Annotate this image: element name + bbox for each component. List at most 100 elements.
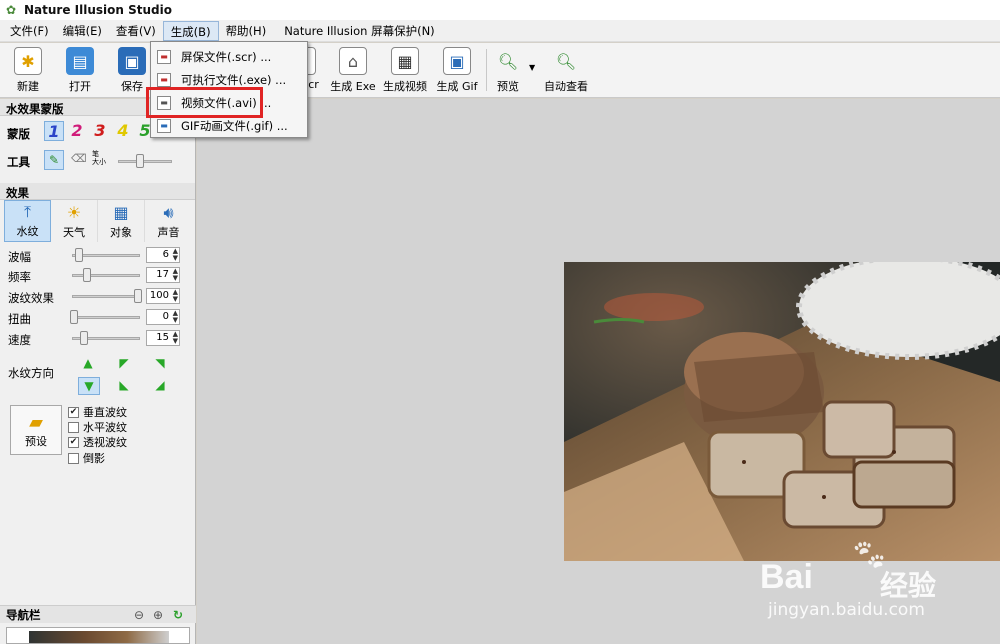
- navigator-thumbnail[interactable]: [6, 627, 190, 644]
- menu-item-gif[interactable]: ▬ GIF动画文件(.gif) ...: [151, 115, 307, 137]
- checkbox-horizontal-ripple[interactable]: 水平波纹: [68, 420, 127, 434]
- eraser-icon[interactable]: ⌫: [71, 152, 87, 165]
- new-label: 新建: [17, 80, 39, 93]
- param-row: 波纹效果 100 ▲ ▼: [8, 288, 186, 308]
- auto-view-button[interactable]: 🔍︎ 自动查看: [543, 47, 589, 95]
- brush-size-slider[interactable]: [118, 160, 172, 163]
- effects-tabs: ⤒ 水纹 ☀ 天气 ▦ 对象 🔊︎ 声音: [4, 200, 192, 242]
- bread-image: [564, 262, 1000, 561]
- checkbox-reflection[interactable]: 倒影: [68, 451, 105, 465]
- tab-sound[interactable]: 🔊︎ 声音: [145, 200, 192, 242]
- spin-arrows-icon[interactable]: ▲ ▼: [173, 248, 178, 262]
- spin-arrows-icon[interactable]: ▲ ▼: [173, 289, 178, 303]
- auto-view-label: 自动查看: [544, 80, 588, 93]
- param-slider-thumb[interactable]: [70, 310, 78, 324]
- param-slider[interactable]: [72, 316, 140, 319]
- zoom-in-icon[interactable]: ⊕: [153, 608, 163, 622]
- exe-file-icon: ▬: [157, 73, 171, 87]
- window-title: Nature Illusion Studio: [24, 3, 172, 17]
- menu-file[interactable]: 文件(F): [3, 21, 56, 41]
- preset-button[interactable]: ▰ 预设: [10, 405, 62, 455]
- checkbox-vertical-ripple[interactable]: ✔ 垂直波纹: [68, 405, 127, 419]
- brush-size-slider-thumb[interactable]: [135, 154, 144, 168]
- mask-1[interactable]: 1: [44, 121, 64, 141]
- menu-item-label: GIF动画文件(.gif) ...: [181, 119, 288, 133]
- arrow-down-icon[interactable]: ▼: [78, 377, 100, 395]
- param-spinbox[interactable]: 17 ▲ ▼: [146, 267, 180, 283]
- arrow-up-right-icon[interactable]: ◥: [152, 355, 168, 371]
- title-bar: ✿ Nature Illusion Studio: [0, 0, 1000, 20]
- new-file-icon: ✱: [14, 47, 42, 75]
- param-slider-thumb[interactable]: [75, 248, 84, 262]
- refresh-icon[interactable]: ↻: [173, 608, 183, 622]
- generate-exe-button[interactable]: ⌂ 生成 Exe: [330, 47, 376, 95]
- mask-3[interactable]: 3: [90, 121, 110, 141]
- gif-file-icon: ▬: [157, 119, 171, 133]
- highlight-box: [146, 87, 263, 118]
- menu-screensaver[interactable]: Nature Illusion 屏幕保护(N): [277, 21, 441, 41]
- param-value: 0: [162, 311, 169, 322]
- menu-help[interactable]: 帮助(H): [219, 21, 274, 41]
- param-spinbox[interactable]: 0 ▲ ▼: [146, 309, 180, 325]
- checkbox-perspective-ripple[interactable]: ✔ 透视波纹: [68, 435, 127, 449]
- preview-button[interactable]: 🔍︎ 预览: [494, 47, 522, 95]
- tab-weather-label: 天气: [63, 226, 85, 239]
- param-slider-thumb[interactable]: [134, 289, 142, 303]
- save-label: 保存: [121, 80, 143, 93]
- param-slider-thumb[interactable]: [82, 268, 91, 282]
- arrow-up-left-icon[interactable]: ◤: [116, 355, 132, 371]
- param-spinbox[interactable]: 100 ▲ ▼: [146, 288, 180, 304]
- tool-label: 工具: [7, 155, 30, 169]
- param-row: 频率 17 ▲ ▼: [8, 267, 186, 287]
- open-label: 打开: [69, 80, 91, 93]
- tab-object[interactable]: ▦ 对象: [98, 200, 145, 242]
- param-label: 扭曲: [8, 312, 31, 326]
- param-spinbox[interactable]: 15 ▲ ▼: [146, 330, 180, 346]
- checkbox-box[interactable]: [68, 452, 79, 464]
- checkbox-label: 垂直波纹: [83, 406, 127, 419]
- preset-folder-icon: ▰: [29, 411, 43, 433]
- param-label: 速度: [8, 333, 31, 347]
- mask-2[interactable]: 2: [67, 121, 87, 141]
- menu-view[interactable]: 查看(V): [109, 21, 163, 41]
- preset-label: 预设: [25, 434, 47, 448]
- param-label: 频率: [8, 270, 31, 284]
- generate-video-button[interactable]: ▦ 生成视频: [382, 47, 428, 95]
- brush-size-label: 笔 大小: [92, 150, 106, 166]
- param-slider-thumb[interactable]: [79, 331, 88, 345]
- generate-gif-label: 生成 Gif: [436, 80, 478, 93]
- menu-edit[interactable]: 编辑(E): [56, 21, 109, 41]
- preview-magnifier-icon: 🔍︎: [497, 51, 519, 71]
- film-clapper-icon: ▦: [391, 47, 419, 75]
- arrow-down-left-icon[interactable]: ◣: [116, 377, 132, 393]
- spin-arrows-icon[interactable]: ▲ ▼: [173, 331, 178, 345]
- param-spinbox[interactable]: 6 ▲ ▼: [146, 247, 180, 263]
- watermark-brand2: 经验: [880, 569, 937, 602]
- baidu-watermark: 🐾︎ Bai 经验 jingyan.baidu.com: [760, 538, 990, 628]
- preview-dropdown-icon[interactable]: ▼: [529, 63, 535, 72]
- menu-item-scr[interactable]: ▬ 屏保文件(.scr) ...: [151, 46, 307, 68]
- tab-weather[interactable]: ☀ 天气: [51, 200, 98, 242]
- new-button[interactable]: ✱ 新建: [10, 47, 46, 95]
- param-row: 波幅 6 ▲ ▼: [8, 247, 186, 267]
- spin-arrows-icon[interactable]: ▲ ▼: [173, 310, 178, 324]
- checkbox-box[interactable]: ✔: [68, 436, 79, 448]
- spin-arrows-icon[interactable]: ▲ ▼: [173, 268, 178, 282]
- open-button[interactable]: ▤ 打开: [62, 47, 98, 95]
- mask-4[interactable]: 4: [113, 121, 133, 141]
- save-button[interactable]: ▣ 保存: [116, 47, 148, 95]
- arrow-down-right-icon[interactable]: ◢: [152, 377, 168, 393]
- param-slider[interactable]: [72, 295, 140, 298]
- tab-ripple[interactable]: ⤒ 水纹: [4, 200, 51, 242]
- generate-gif-button[interactable]: ▣ 生成 Gif: [436, 47, 478, 95]
- navigator-header: 导航栏 ⊖ ⊕ ↻: [0, 605, 196, 623]
- checkbox-box[interactable]: ✔: [68, 406, 79, 418]
- arrow-up-icon[interactable]: ▲: [80, 355, 96, 371]
- tab-ripple-label: 水纹: [16, 225, 39, 238]
- checkbox-box[interactable]: [68, 421, 79, 433]
- speaker-icon: 🔊︎: [163, 203, 174, 222]
- zoom-out-icon[interactable]: ⊖: [134, 608, 144, 622]
- param-value: 6: [162, 249, 169, 260]
- menu-generate[interactable]: 生成(B): [162, 20, 219, 41]
- pencil-icon[interactable]: ✎: [44, 150, 64, 170]
